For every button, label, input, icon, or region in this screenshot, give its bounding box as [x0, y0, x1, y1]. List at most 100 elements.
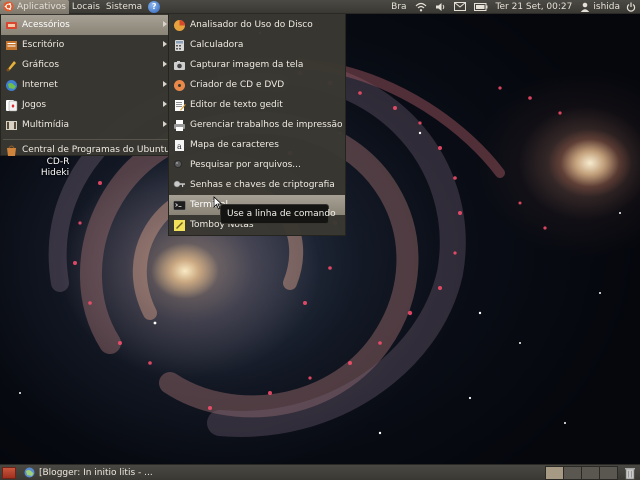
menu-places[interactable]: Locais: [69, 0, 103, 14]
taskbar-window-button[interactable]: [Blogger: In initio litis - ...: [24, 466, 152, 480]
submenu-arrow-icon: [163, 81, 167, 87]
show-desktop-button[interactable]: [2, 466, 16, 479]
trash-icon[interactable]: [623, 466, 637, 480]
menu-item-accessories[interactable]: Acessórios: [1, 15, 170, 35]
menu-item-label: Gráficos: [22, 60, 60, 70]
menu-item-label: Pesquisar por arquivos...: [190, 160, 301, 170]
mouse-cursor-icon: [213, 196, 223, 210]
menu-item-screenshot[interactable]: Capturar imagem da tela: [169, 55, 345, 75]
desktop-icon-label-2: Hideki: [40, 168, 70, 178]
workspace-1[interactable]: [545, 465, 564, 480]
software-center-icon: [7, 145, 16, 156]
menu-item-label: Escritório: [22, 40, 65, 50]
menu-item-label: Senhas e chaves de criptografia: [190, 180, 335, 190]
screenshot-icon: [174, 60, 185, 70]
disk-usage-icon: [174, 19, 185, 31]
menu-item-multimedia[interactable]: Multimídia: [1, 115, 170, 135]
search-files-icon: [174, 159, 182, 168]
menu-item-character-map[interactable]: a Mapa de caracteres: [169, 135, 345, 155]
menu-item-label: Acessórios: [22, 20, 70, 30]
menu-item-label: Gerenciar trabalhos de impressão: [190, 120, 343, 130]
submenu-arrow-icon: [163, 41, 167, 47]
user-name: ishida: [593, 1, 620, 12]
main-menu-bar: Aplicativos Locais Sistema ?: [0, 0, 161, 14]
mail-indicator[interactable]: [450, 0, 470, 14]
submenu-arrow-icon: [163, 61, 167, 67]
svg-text:a: a: [177, 142, 182, 151]
menu-item-label: Analisador do Uso do Disco: [190, 20, 313, 30]
accessories-icon: [6, 21, 17, 29]
taskbar-window-title: [Blogger: In initio litis - ...: [39, 467, 152, 478]
graphics-icon: [6, 60, 16, 71]
accessories-submenu: Analisador do Uso do Disco Calculadora C…: [168, 14, 346, 236]
user-menu[interactable]: ishida: [576, 0, 622, 14]
menu-system[interactable]: Sistema: [103, 0, 145, 14]
notes-icon: [174, 219, 185, 231]
menu-item-label: Editor de texto gedit: [190, 100, 283, 110]
menu-item-graphics[interactable]: Gráficos: [1, 55, 170, 75]
terminal-icon: [173, 200, 186, 210]
menu-separator: [3, 139, 168, 140]
wifi-icon: [415, 2, 426, 11]
menu-item-label: Criador de CD e DVD: [190, 80, 285, 90]
text-editor-icon: [175, 99, 186, 111]
clock[interactable]: Ter 21 Set, 00:27: [492, 0, 577, 14]
volume-indicator[interactable]: [431, 0, 450, 14]
menu-item-keys[interactable]: Senhas e chaves de criptografia: [169, 175, 345, 195]
menu-item-label: Mapa de caracteres: [190, 140, 279, 150]
cd-burner-icon: [174, 79, 185, 91]
menu-item-label: Internet: [22, 80, 58, 90]
menu-item-software-center[interactable]: Central de Programas do Ubuntu: [1, 142, 170, 158]
office-icon: [6, 40, 17, 50]
menu-item-label: Central de Programas do Ubuntu: [22, 145, 170, 155]
desktop-icon-cd[interactable]: CD-R Hideki: [38, 157, 78, 179]
keys-icon: [173, 180, 185, 187]
menu-item-label: Capturar imagem da tela: [190, 60, 304, 70]
menu-item-cd-burner[interactable]: Criador de CD e DVD: [169, 75, 345, 95]
terminal-tooltip: Use a linha de comando: [220, 204, 336, 224]
network-indicator[interactable]: [411, 0, 431, 14]
character-map-icon: a: [175, 139, 184, 151]
browser-icon: [24, 467, 35, 478]
menu-applications[interactable]: Aplicativos: [0, 0, 69, 14]
bottom-panel: [Blogger: In initio litis - ...: [0, 464, 640, 480]
volume-icon: [435, 2, 444, 11]
menu-item-text-editor[interactable]: Editor de texto gedit: [169, 95, 345, 115]
multimedia-icon: [6, 120, 17, 130]
games-icon: [6, 99, 18, 111]
power-icon: [626, 2, 636, 12]
workspace-4[interactable]: [599, 465, 618, 480]
submenu-arrow-icon: [163, 121, 167, 127]
menu-item-search-files[interactable]: Pesquisar por arquivos...: [169, 155, 345, 175]
user-icon: [581, 2, 590, 12]
menu-item-games[interactable]: Jogos: [1, 95, 170, 115]
desktop-icon-label: CD-R: [46, 157, 70, 167]
menu-item-calculator[interactable]: Calculadora: [169, 35, 345, 55]
menu-item-internet[interactable]: Internet: [1, 75, 170, 95]
menu-applications-label: Aplicativos: [17, 1, 66, 12]
menu-item-label: Multimídia: [22, 120, 69, 130]
battery-icon: [473, 2, 488, 11]
printer-icon: [174, 119, 185, 131]
submenu-arrow-icon: [163, 101, 167, 107]
keyboard-layout-indicator[interactable]: Bra: [387, 0, 410, 14]
applications-menu: Acessórios Escritório Gráficos Internet …: [0, 14, 171, 156]
menu-item-printer[interactable]: Gerenciar trabalhos de impressão: [169, 115, 345, 135]
menu-item-office[interactable]: Escritório: [1, 35, 170, 55]
menu-item-label: Calculadora: [190, 40, 244, 50]
menu-item-label: Jogos: [22, 100, 47, 110]
submenu-arrow-icon: [163, 21, 167, 27]
help-icon[interactable]: ?: [148, 0, 161, 13]
mail-icon: [453, 2, 466, 11]
workspace-switcher: [545, 465, 618, 480]
calculator-icon: [175, 39, 184, 51]
ubuntu-logo-icon: [3, 1, 14, 12]
workspace-2[interactable]: [563, 465, 582, 480]
top-panel: Aplicativos Locais Sistema ? Bra Ter 21 …: [0, 0, 640, 14]
battery-indicator[interactable]: [470, 0, 492, 14]
internet-icon: [6, 79, 17, 91]
panel-tray: Bra Ter 21 Set, 00:27 ishida: [387, 0, 640, 14]
workspace-3[interactable]: [581, 465, 600, 480]
session-menu[interactable]: [622, 0, 640, 14]
menu-item-disk-usage[interactable]: Analisador do Uso do Disco: [169, 15, 345, 35]
